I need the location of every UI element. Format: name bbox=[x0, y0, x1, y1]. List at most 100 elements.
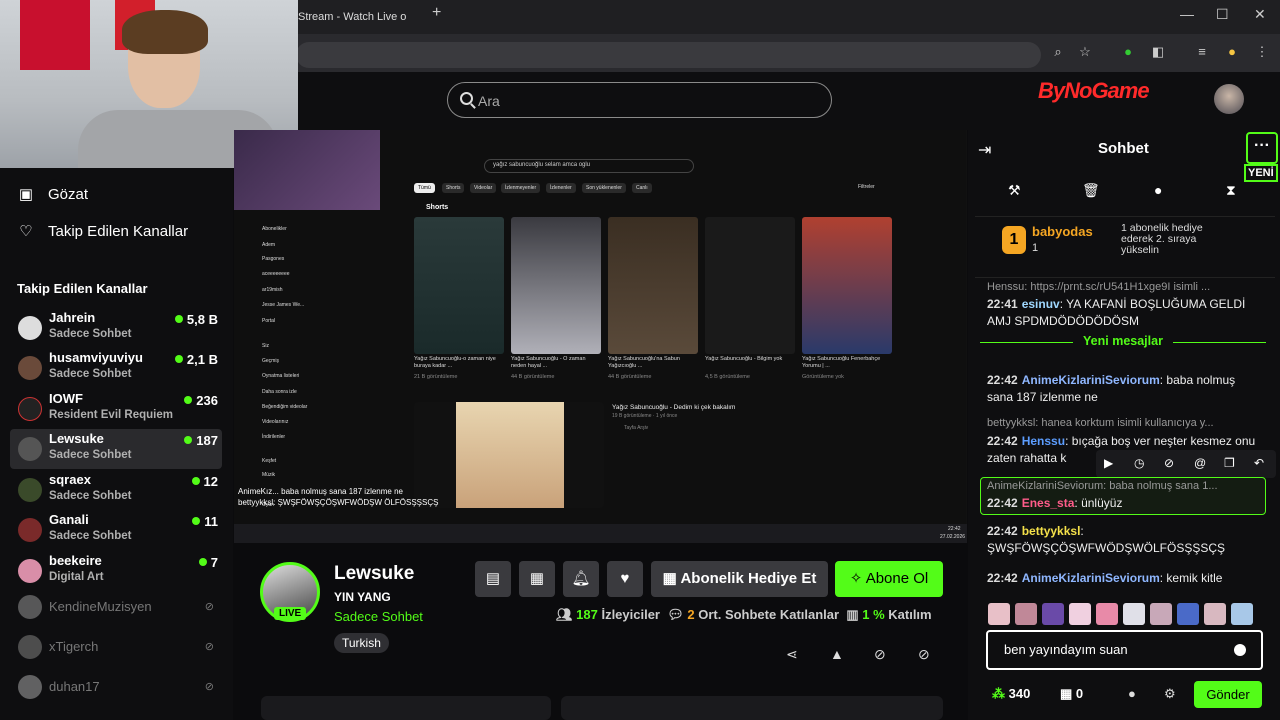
pinned-user[interactable]: babyodas bbox=[1032, 224, 1093, 239]
subscribe-label: Abone Ol bbox=[865, 570, 929, 587]
sidebar-channel-selected[interactable]: Lewsuke Sadece Sohbet 187 bbox=[10, 429, 222, 469]
emote-thumb[interactable] bbox=[1231, 603, 1253, 625]
collapse-chat-icon[interactable]: ⇥ bbox=[978, 140, 991, 160]
mention-icon[interactable]: @ bbox=[1194, 456, 1206, 470]
search-placeholder: Ara bbox=[478, 93, 500, 109]
play-icon[interactable]: ▶ bbox=[1104, 456, 1113, 470]
chat-message[interactable]: 22:42 Enes_sta: ünlüyüz bbox=[987, 495, 1263, 512]
emote-thumb[interactable] bbox=[1177, 603, 1199, 625]
emote-thumb[interactable] bbox=[1015, 603, 1037, 625]
send-button[interactable]: Gönder bbox=[1194, 681, 1262, 708]
bookmark-star-icon[interactable]: ☆ bbox=[1077, 44, 1093, 60]
address-bar[interactable] bbox=[296, 42, 1041, 68]
trash-icon[interactable]: 🗑︎ bbox=[1082, 182, 1100, 199]
message-time: 22:42 bbox=[987, 373, 1018, 387]
chat-more-button[interactable]: ··· bbox=[1246, 132, 1278, 164]
nav-browse[interactable]: ▣ Gözat bbox=[18, 185, 88, 203]
message-user[interactable]: Henssu bbox=[1022, 434, 1065, 448]
sidebar-channel[interactable]: IOWF Resident Evil Requiem 236 bbox=[10, 389, 222, 429]
sidebar-channel-offline[interactable]: KendineMuzisyen ⊘ bbox=[10, 587, 222, 627]
emote-thumb[interactable] bbox=[1069, 603, 1091, 625]
timer-icon[interactable]: ⧗ bbox=[1226, 182, 1236, 199]
channel-avatar bbox=[18, 595, 42, 619]
emote-thumb[interactable] bbox=[1042, 603, 1064, 625]
copy-icon[interactable]: ❐ bbox=[1224, 456, 1235, 470]
sidebar-channel-offline[interactable]: xTigerch ⊘ bbox=[10, 627, 222, 667]
emoji-icon[interactable] bbox=[1234, 644, 1246, 656]
close-icon[interactable]: ✕ bbox=[1254, 6, 1266, 23]
mod-hammer-icon[interactable]: ⚒ bbox=[1008, 182, 1021, 199]
message-user[interactable]: AnimeKizlariniSeviorum bbox=[1022, 373, 1160, 387]
chat-message[interactable]: 22:42 AnimeKizlariniSeviorum: kemik kitle bbox=[987, 570, 1263, 587]
menu-kebab-icon[interactable]: ⋮ bbox=[1254, 44, 1270, 60]
new-tab-button[interactable]: + bbox=[432, 4, 441, 22]
message-user[interactable]: AnimeKizlariniSeviorum bbox=[1022, 571, 1160, 585]
sidebar-channel[interactable]: Ganali Sadece Sohbet 11 bbox=[10, 510, 222, 550]
user-avatar[interactable] bbox=[1214, 84, 1244, 114]
message-user[interactable]: bettyykksl bbox=[1022, 524, 1081, 538]
zoom-icon[interactable]: ⌕ bbox=[1050, 44, 1066, 60]
sidebar-channel[interactable]: husamviyuviyu Sadece Sohbet 2,1 B bbox=[10, 348, 222, 388]
clock-icon[interactable]: ◷ bbox=[1134, 456, 1144, 470]
hide-icon[interactable]: ⊘ bbox=[874, 646, 886, 663]
chat-message[interactable]: 22:42 bettyykksl: ŞWŞFÖWŞÇÖŞWFWÖDŞWÖLFÖSŞ… bbox=[987, 523, 1263, 557]
yt-menu-item: İndirilenler bbox=[262, 434, 286, 440]
points-display[interactable]: ⁂ 340 bbox=[992, 686, 1030, 702]
browser-tab[interactable]: Stream - Watch Live o bbox=[292, 4, 424, 30]
content-card bbox=[261, 696, 551, 720]
sidebar-channel[interactable]: sqraex Sadece Sohbet 12 bbox=[10, 470, 222, 510]
message-time: 22:42 bbox=[987, 571, 1018, 585]
maximize-icon[interactable]: ☐ bbox=[1216, 6, 1229, 23]
bar-chart-icon: ▥ bbox=[846, 607, 863, 622]
channel-avatar bbox=[18, 437, 42, 461]
chat-message[interactable]: 22:42 AnimeKizlariniSeviorum: baba nolmuş… bbox=[987, 372, 1263, 406]
yt-video-meta: 19 B görüntüleme · 1 yıl önce bbox=[612, 413, 678, 419]
chat-icon[interactable]: ● bbox=[1154, 182, 1162, 198]
extension-badge-icon[interactable]: ● bbox=[1120, 44, 1136, 60]
minimize-icon[interactable]: — bbox=[1180, 6, 1194, 22]
emote-thumb[interactable] bbox=[1150, 603, 1172, 625]
gift-sub-button[interactable]: ▦ Abonelik Hediye Et bbox=[651, 561, 828, 597]
sidebar-channel-offline[interactable]: duhan17 ⊘ bbox=[10, 667, 222, 707]
channel-name: IOWF bbox=[49, 391, 83, 406]
extensions-icon[interactable]: ◧ bbox=[1150, 44, 1166, 60]
channel-name: husamviyuviyu bbox=[49, 350, 143, 365]
reply-icon[interactable]: ↶ bbox=[1254, 456, 1264, 470]
channel-viewers: 12 bbox=[192, 474, 218, 489]
schedule-icon[interactable]: ▦ bbox=[519, 561, 555, 597]
search-input[interactable]: Ara bbox=[447, 82, 832, 118]
report-icon[interactable]: ▲ bbox=[830, 646, 844, 662]
taskbar-date: 27.02.2026 bbox=[940, 534, 966, 540]
profile-icon[interactable]: ● bbox=[1224, 44, 1240, 60]
pinned-subs: 1 bbox=[1032, 242, 1039, 254]
site-logo[interactable]: ByNoGame bbox=[1038, 78, 1203, 110]
chat-message[interactable]: 22:41 esinuv: YA KAFANİ BOŞLUĞUMA GELDİ A… bbox=[987, 296, 1263, 330]
media-icon[interactable]: ≡ bbox=[1194, 44, 1210, 60]
taskbar-clock: 22:42 bbox=[948, 526, 961, 532]
sidebar-channel[interactable]: beekeire Digital Art 7 bbox=[10, 551, 222, 591]
stream-category[interactable]: Sadece Sohbet bbox=[334, 609, 423, 624]
language-tag[interactable]: Turkish bbox=[334, 633, 389, 653]
emote-thumb[interactable] bbox=[988, 603, 1010, 625]
message-user[interactable]: esinuv bbox=[1022, 297, 1060, 311]
channel-name-title[interactable]: Lewsuke bbox=[334, 563, 414, 585]
emote-thumb[interactable] bbox=[1204, 603, 1226, 625]
emote-thumb[interactable] bbox=[1123, 603, 1145, 625]
gift-points-display[interactable]: ▦ 0 bbox=[1060, 686, 1083, 702]
sidebar-channel[interactable]: Jahrein Sadece Sohbet 5,8 B bbox=[10, 308, 222, 348]
emote-thumb[interactable] bbox=[1096, 603, 1118, 625]
nav-following[interactable]: ♡ Takip Edilen Kanallar bbox=[18, 222, 188, 240]
share-icon[interactable]: ⋖ bbox=[786, 646, 798, 663]
yt-menu-item: ar19mish bbox=[262, 287, 283, 293]
hide-message-icon[interactable]: ⊘ bbox=[1164, 456, 1174, 470]
heart-follow-icon[interactable]: ♥ bbox=[607, 561, 643, 597]
clip-icon[interactable]: ▤ bbox=[475, 561, 511, 597]
participation-value: 1 % bbox=[862, 607, 885, 622]
message-user[interactable]: Enes_sta bbox=[1022, 496, 1075, 510]
bell-icon[interactable]: 🔔︎ bbox=[563, 561, 599, 597]
subscribe-button[interactable]: ✧ Abone Ol bbox=[835, 561, 943, 597]
mute-icon[interactable]: ⊘ bbox=[918, 646, 930, 663]
chat-reply-line: bettyykksl: hanea korktum isimli kullanı… bbox=[987, 417, 1214, 429]
settings-gear-icon[interactable]: ⚙ bbox=[1164, 686, 1176, 702]
chat-bubble-icon[interactable]: ● bbox=[1128, 686, 1136, 701]
